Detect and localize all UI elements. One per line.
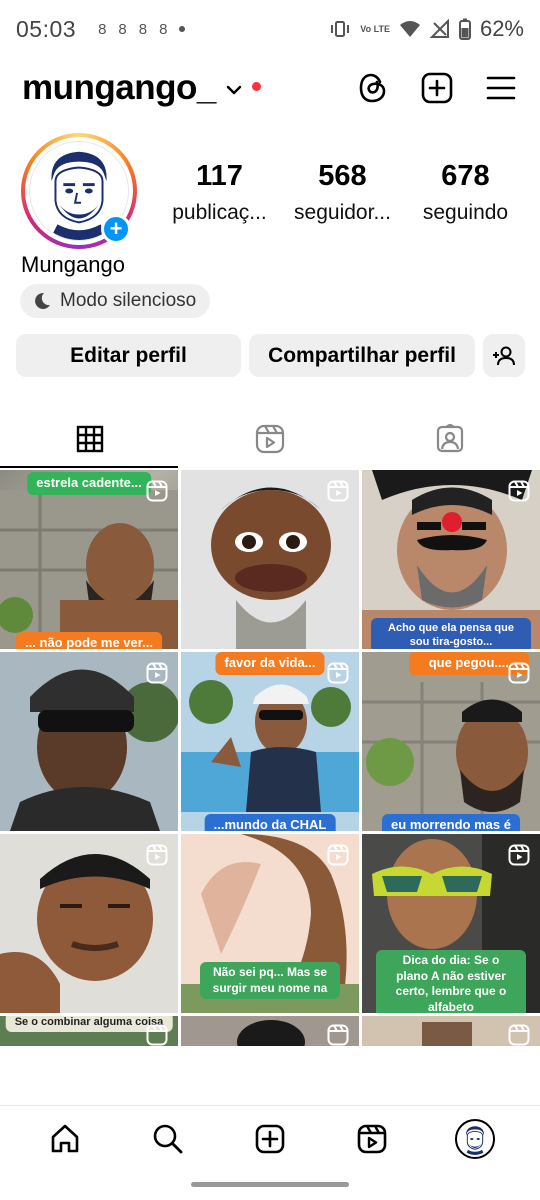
post-caption: favor da vida... [215,652,325,675]
notification-icon: 8 [138,20,148,38]
grid-post[interactable]: Não sei pq... Mas se surgir meu nome na [181,834,359,1013]
post-caption: ...mundo da CHAL [204,814,336,831]
reel-badge-icon [508,844,530,866]
home-icon [51,1124,79,1152]
grid-post[interactable]: favor da vida... ...mundo da CHAL [181,652,359,831]
moon-icon [35,292,50,309]
nav-search[interactable] [138,1109,198,1169]
reel-badge-icon [146,480,168,502]
notification-icon: 8 [118,20,127,38]
notification-icon: 8 [159,20,168,38]
notification-dot [251,81,261,91]
username[interactable]: mungango_ [22,68,216,108]
volte-indicator: Vo LTE [360,23,390,34]
create-plus-icon[interactable] [420,71,454,105]
grid-post[interactable]: que pegou.... eu morrendo mas é [362,652,540,831]
reel-badge-icon [146,662,168,684]
grid-post[interactable] [0,652,178,831]
reels-icon [358,1124,387,1153]
stat-posts[interactable]: 117 publicaç... [158,160,281,225]
reel-badge-icon [146,844,168,866]
clock: 05:03 [16,15,77,42]
tab-tagged[interactable] [360,410,540,468]
post-caption: Acho que ela pensa que sou tira-gosto... [371,618,531,649]
stat-following-label: seguindo [422,201,509,224]
reel-badge-icon [146,1024,168,1046]
notification-icons: 8 8 8 8 [98,20,186,38]
post-caption: Dica do dia: Se o plano A não estiver ce… [376,950,526,1013]
tab-posts-grid[interactable] [0,410,180,468]
reel-badge-icon [508,1024,530,1046]
stat-followers-label: seguidor... [294,201,391,224]
post-caption: eu morrendo mas é [382,814,520,831]
tagged-icon [436,424,464,453]
grid-post[interactable]: Se o combinar alguma coisa [0,1016,178,1046]
grid-post[interactable]: estrela cadente... ... não pode me ver..… [0,470,178,649]
battery-icon [458,18,471,40]
grid-post[interactable] [181,1016,359,1046]
status-bar: 05:03 8 8 8 8 Vo LTE 62% [0,0,540,58]
signal-icon [429,19,449,38]
chevron-down-icon[interactable] [226,85,242,95]
profile-avatar [454,1118,495,1159]
stat-following[interactable]: 678 seguindo [404,160,527,225]
post-caption: ... não pode me ver... [16,632,162,649]
vibrate-icon [331,21,350,37]
add-story-plus-icon[interactable]: + [101,214,131,244]
grid-post[interactable] [181,470,359,649]
nav-create[interactable] [240,1109,300,1169]
reels-icon [255,424,285,454]
reel-badge-icon [508,662,530,684]
instagram-profile-screen: 05:03 8 8 8 8 Vo LTE 62% mungango_ + 117… [0,0,540,1200]
reel-badge-icon [327,1024,349,1046]
quiet-mode-label: Modo silencioso [60,290,197,311]
post-caption: estrela cadente... [27,472,151,495]
grid-icon [76,425,104,453]
header-actions [356,71,518,105]
display-name: Mungango [21,252,125,277]
stat-followers[interactable]: 568 seguidor... [281,160,404,225]
more-notifications-dot [179,26,186,32]
nav-reels[interactable] [342,1109,402,1169]
reel-badge-icon [508,480,530,502]
nav-home[interactable] [35,1109,95,1169]
posts-grid: estrela cadente... ... não pode me ver..… [0,470,540,1046]
profile-stats: 117 publicaç... 568 seguidor... 678 segu… [158,160,528,225]
status-right: Vo LTE 62% [329,16,524,42]
profile-tabs [0,410,540,468]
discover-people-button[interactable] [483,334,525,377]
reel-badge-icon [327,844,349,866]
grid-post[interactable]: Dica do dia: Se o plano A não estiver ce… [362,834,540,1013]
reel-badge-icon [327,662,349,684]
wifi-icon [399,21,420,37]
grid-post[interactable] [0,834,178,1013]
tab-reels[interactable] [180,410,360,468]
create-icon [255,1124,285,1153]
stat-posts-value: 117 [196,160,243,192]
quiet-mode-badge[interactable]: Modo silencioso [20,284,211,318]
gesture-home-indicator[interactable] [191,1182,349,1187]
search-icon [153,1124,182,1153]
grid-post[interactable] [362,1016,540,1046]
threads-icon[interactable] [356,71,390,105]
notification-icon: 8 [98,20,107,38]
share-profile-button[interactable]: Compartilhar perfil [249,334,475,377]
hamburger-menu-icon[interactable] [484,71,518,105]
add-person-icon [493,346,515,365]
bottom-navigation [0,1105,540,1171]
stat-following-value: 678 [441,160,490,192]
edit-profile-button[interactable]: Editar perfil [16,334,241,377]
post-caption: Não sei pq... Mas se surgir meu nome na [200,962,340,1000]
battery-percentage: 62% [479,16,524,41]
stat-followers-value: 568 [318,160,367,192]
stat-posts-label: publicaç... [172,201,267,224]
grid-post[interactable]: Acho que ela pensa que sou tira-gosto... [362,470,540,649]
reel-badge-icon [327,480,349,502]
nav-profile[interactable] [445,1109,505,1169]
profile-header: mungango_ [0,62,540,114]
profile-action-buttons: Editar perfil Compartilhar perfil [16,334,525,377]
